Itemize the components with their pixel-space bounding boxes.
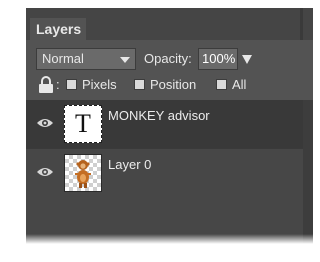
lock-row: : Pixels Position All	[36, 74, 306, 96]
lock-position-checkbox[interactable]	[134, 79, 145, 90]
monkey-figure-icon	[75, 160, 91, 188]
lock-pixels-checkbox[interactable]	[66, 79, 77, 90]
blend-opacity-row: Normal Opacity: 100%	[36, 48, 306, 70]
lock-pixels-label: Pixels	[82, 77, 117, 92]
layer-row-monkey-advisor[interactable]: T MONKEY advisor	[26, 100, 303, 148]
lock-icon	[39, 76, 53, 93]
lock-position-label: Position	[150, 77, 197, 92]
layer-name: MONKEY advisor	[108, 108, 210, 123]
layer-name: Layer 0	[108, 157, 152, 172]
lock-all-checkbox[interactable]	[216, 79, 227, 90]
layers-panel: Layers Normal Opacity: 100% : Pixels Pos…	[26, 8, 313, 244]
eye-icon[interactable]	[36, 117, 54, 129]
lock-colon: :	[56, 77, 60, 92]
lock-all-label: All	[232, 77, 247, 92]
eye-icon[interactable]	[36, 166, 54, 178]
blend-mode-value: Normal	[42, 51, 84, 66]
panel-tab-bar: Layers	[26, 8, 313, 40]
opacity-input[interactable]: 100%	[198, 48, 238, 70]
triangle-down-icon[interactable]	[242, 55, 252, 64]
layers-scrollbar[interactable]	[303, 100, 313, 244]
tab-layers[interactable]: Layers	[30, 18, 86, 40]
blend-mode-select[interactable]: Normal	[36, 48, 136, 70]
screenshot: Layers Normal Opacity: 100% : Pixels Pos…	[0, 0, 318, 262]
image-layer-thumbnail	[64, 154, 102, 192]
tab-bar-edge	[300, 8, 303, 40]
text-layer-thumbnail: T	[64, 105, 102, 143]
layer-row-layer-0[interactable]: Layer 0	[26, 149, 303, 197]
text-layer-glyph: T	[75, 109, 91, 138]
layers-list: T MONKEY advisor Layer 0	[26, 100, 303, 244]
chevron-down-icon	[120, 57, 130, 63]
opacity-label: Opacity:	[144, 51, 192, 66]
